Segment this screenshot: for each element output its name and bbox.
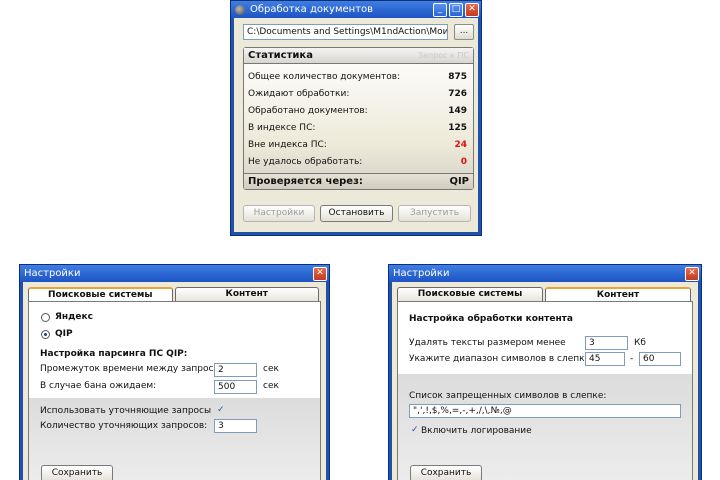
stat-row-not-indexed: Вне индекса ПС: 24: [244, 136, 473, 153]
tab-content[interactable]: Контент: [174, 287, 319, 301]
settings-titlebar[interactable]: Настройки ✕: [389, 265, 701, 282]
maximize-icon[interactable]: □: [449, 2, 463, 17]
statistics-panel: Статистика Запрос к ПС Общее количество …: [243, 47, 474, 190]
section-title: Настройка парсинга ПС QIP:: [40, 349, 188, 359]
ban-unit: сек: [263, 381, 279, 391]
settings-titlebar[interactable]: Настройки ✕: [20, 265, 329, 282]
stop-button[interactable]: Остановить: [320, 205, 393, 222]
delete-unit: Кб: [634, 338, 646, 348]
close-icon[interactable]: ✕: [465, 2, 479, 17]
statistics-footer: Проверяется через: QIP: [244, 173, 473, 189]
delete-label: Удалять тексты размером менее: [409, 338, 566, 348]
stat-row-failed: Не удалось обработать: 0: [244, 153, 473, 170]
radio-yandex-label: Яндекс: [55, 312, 93, 322]
stat-label: Общее количество документов:: [248, 71, 401, 82]
interval-label: Промежуток времени между запросами:: [40, 364, 235, 374]
tab-search-engines[interactable]: Поисковые системы: [28, 287, 173, 301]
main-window: Обработка документов _ □ ✕ C:\Documents …: [230, 0, 482, 236]
statistics-header: Статистика Запрос к ПС: [244, 48, 473, 64]
refine-count-label: Количество уточняющих запросов:: [40, 421, 208, 431]
settings-window-search: Настройки ✕ Поисковые системы Контент Ян…: [19, 264, 330, 480]
stat-label: Вне индекса ПС:: [248, 139, 327, 150]
stat-label: Не удалось обработать:: [248, 156, 363, 167]
save-button[interactable]: Сохранить: [410, 465, 482, 480]
forbidden-label: Список запрещенных символов в слепке:: [409, 391, 607, 401]
minimize-icon[interactable]: _: [433, 2, 447, 17]
radio-yandex[interactable]: [41, 313, 50, 322]
stat-value: 24: [454, 139, 467, 150]
close-icon[interactable]: ✕: [685, 266, 699, 281]
settings-title: Настройки: [24, 268, 81, 279]
refine-count-input[interactable]: 3: [214, 419, 257, 433]
main-client-area: C:\Documents and Settings\M1ndAction\Мои…: [234, 18, 478, 232]
settings-button[interactable]: Настройки: [243, 205, 315, 222]
stat-label: В индексе ПС:: [248, 122, 316, 133]
main-window-title: Обработка документов: [250, 4, 374, 15]
settings-client-area: Поисковые системы Контент Яндекс QIP Нас…: [23, 282, 326, 480]
app-icon: [235, 4, 245, 15]
stat-value: 0: [460, 156, 467, 167]
path-input[interactable]: C:\Documents and Settings\M1ndAction\Мои…: [243, 24, 448, 40]
refine-checkbox[interactable]: ✓: [217, 405, 225, 415]
range-from-input[interactable]: 45: [585, 352, 625, 366]
stat-value: 875: [448, 71, 467, 82]
radio-qip-label: QIP: [55, 329, 73, 339]
tab-bar: Поисковые системы Контент: [397, 287, 693, 301]
range-label: Укажите диапазон символов в слепке:: [409, 354, 594, 364]
save-button[interactable]: Сохранить: [41, 465, 113, 480]
settings-title: Настройки: [393, 268, 450, 279]
radio-qip[interactable]: [41, 330, 50, 339]
checked-via-label: Проверяется через:: [248, 176, 363, 187]
stat-row-total: Общее количество документов: 875: [244, 68, 473, 85]
statistics-title: Статистика: [248, 50, 313, 61]
refine-label: Использовать уточняющие запросы: [40, 406, 212, 416]
stat-row-processed: Обработано документов: 149: [244, 102, 473, 119]
stat-value: 726: [448, 88, 467, 99]
tab-search-engines[interactable]: Поисковые системы: [397, 287, 543, 301]
tab-content[interactable]: Контент: [545, 287, 691, 301]
settings-client-area: Поисковые системы Контент Настройка обра…: [392, 282, 698, 480]
search-engines-panel: Яндекс QIP Настройка парсинга ПС QIP: Пр…: [28, 301, 321, 480]
settings-window-content: Настройки ✕ Поисковые системы Контент На…: [388, 264, 702, 480]
logging-checkbox[interactable]: ✓: [411, 425, 419, 435]
content-panel: Настройка обработки контента Удалять тек…: [397, 301, 693, 480]
forbidden-input[interactable]: ",',!,$,%,=,-,+,/,\,№,@: [409, 404, 681, 418]
ban-input[interactable]: 500: [214, 380, 257, 394]
range-to-input[interactable]: 60: [639, 352, 681, 366]
interval-unit: сек: [263, 364, 279, 374]
main-titlebar[interactable]: Обработка документов _ □ ✕: [231, 1, 481, 18]
stat-row-indexed: В индексе ПС: 125: [244, 119, 473, 136]
stat-label: Обработано документов:: [248, 105, 368, 116]
section-title: Настройка обработки контента: [409, 314, 573, 324]
stat-value: 149: [448, 105, 467, 116]
stat-label: Ожидают обработки:: [248, 88, 350, 99]
stat-row-pending: Ожидают обработки: 726: [244, 85, 473, 102]
close-icon[interactable]: ✕: [313, 266, 327, 281]
delete-size-input[interactable]: 3: [585, 336, 628, 350]
browse-button[interactable]: ...: [454, 24, 474, 40]
stat-value: 125: [448, 122, 467, 133]
ban-label: В случае бана ожидаем:: [40, 381, 157, 391]
tab-bar: Поисковые системы Контент: [28, 287, 321, 301]
search-request-label: Запрос к ПС: [417, 51, 469, 60]
start-button[interactable]: Запустить: [398, 205, 471, 222]
range-separator: -: [630, 354, 634, 364]
checked-via-value: QIP: [449, 176, 469, 187]
logging-label: Включить логирование: [421, 426, 532, 436]
interval-input[interactable]: 2: [214, 363, 257, 377]
